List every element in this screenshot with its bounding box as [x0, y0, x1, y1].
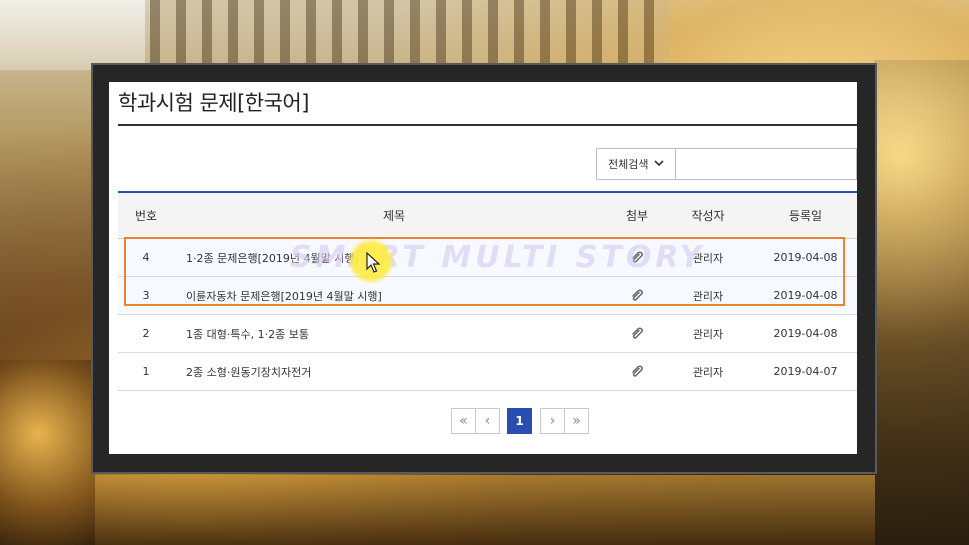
row-title-link[interactable]: 1·2종 문제은행[2019년 4월말 시행]	[186, 239, 606, 276]
paperclip-icon	[632, 327, 643, 339]
table-row[interactable]: 2 1종 대형·특수, 1·2종 보통 관리자 2019-04-08	[118, 315, 857, 353]
row-date: 2019-04-08	[773, 251, 838, 264]
page-title: 학과시험 문제[한국어]	[118, 91, 309, 115]
title-divider	[118, 124, 857, 126]
next-page-button[interactable]: ›	[540, 408, 565, 434]
row-date: 2019-04-08	[773, 327, 838, 340]
table-row[interactable]: 3 이륜자동차 문제은행[2019년 4월말 시행] 관리자 2019-04-0…	[118, 277, 857, 315]
row-num: 3	[142, 289, 150, 302]
search-scope-label: 전체검색	[608, 158, 649, 171]
background-tree-left	[0, 360, 95, 545]
attachment-button[interactable]	[618, 353, 656, 390]
paperclip-icon	[632, 289, 643, 301]
row-num: 4	[142, 251, 150, 264]
header-date: 등록일	[788, 209, 823, 223]
page-1-button[interactable]: 1	[507, 408, 532, 434]
row-date: 2019-04-08	[773, 289, 838, 302]
row-title-link[interactable]: 1종 대형·특수, 1·2종 보통	[186, 315, 606, 352]
prev-page-button[interactable]: ‹	[475, 408, 500, 434]
row-title-link[interactable]: 2종 소형·원동기장치자전거	[186, 353, 606, 390]
header-author: 작성자	[691, 209, 725, 223]
header-num: 번호	[134, 209, 158, 223]
background-building-left	[0, 0, 145, 70]
row-date: 2019-04-07	[773, 365, 838, 378]
table-row[interactable]: 1 2종 소형·원동기장치자전거 관리자 2019-04-07	[118, 353, 857, 391]
first-page-button[interactable]: «	[451, 408, 476, 434]
row-num: 1	[142, 365, 150, 378]
background-tree-right	[874, 60, 969, 545]
search-scope-select[interactable]: 전체검색	[596, 148, 676, 180]
attachment-button[interactable]	[618, 277, 656, 314]
background-building	[150, 0, 670, 70]
table-row[interactable]: 4 1·2종 문제은행[2019년 4월말 시행] 관리자 2019-04-08	[118, 239, 857, 277]
row-title-link[interactable]: 이륜자동차 문제은행[2019년 4월말 시행]	[186, 277, 606, 314]
table-header: 번호 제목 첨부 작성자 등록일	[118, 191, 857, 239]
row-num: 2	[142, 327, 150, 340]
paperclip-icon	[632, 251, 643, 263]
paperclip-icon	[632, 365, 643, 377]
row-author: 관리자	[692, 289, 724, 303]
pagination: « ‹ 1 › »	[451, 408, 589, 434]
search-input[interactable]	[676, 148, 857, 180]
post-table: 번호 제목 첨부 작성자 등록일 4 1·2종 문제은행[2019년 4월말 시…	[118, 191, 857, 391]
attachment-button[interactable]	[618, 239, 656, 276]
background-bottom	[95, 475, 875, 545]
row-author: 관리자	[692, 251, 724, 265]
row-author: 관리자	[692, 327, 724, 341]
board-panel: 학과시험 문제[한국어] 전체검색 번호 제목 첨부 작성자 등록일 4 1·2…	[109, 82, 857, 454]
chevron-down-icon	[654, 160, 664, 167]
row-author: 관리자	[692, 365, 724, 379]
attachment-button[interactable]	[618, 315, 656, 352]
header-title: 제목	[382, 209, 406, 223]
last-page-button[interactable]: »	[564, 408, 589, 434]
header-attach: 첨부	[625, 209, 649, 223]
